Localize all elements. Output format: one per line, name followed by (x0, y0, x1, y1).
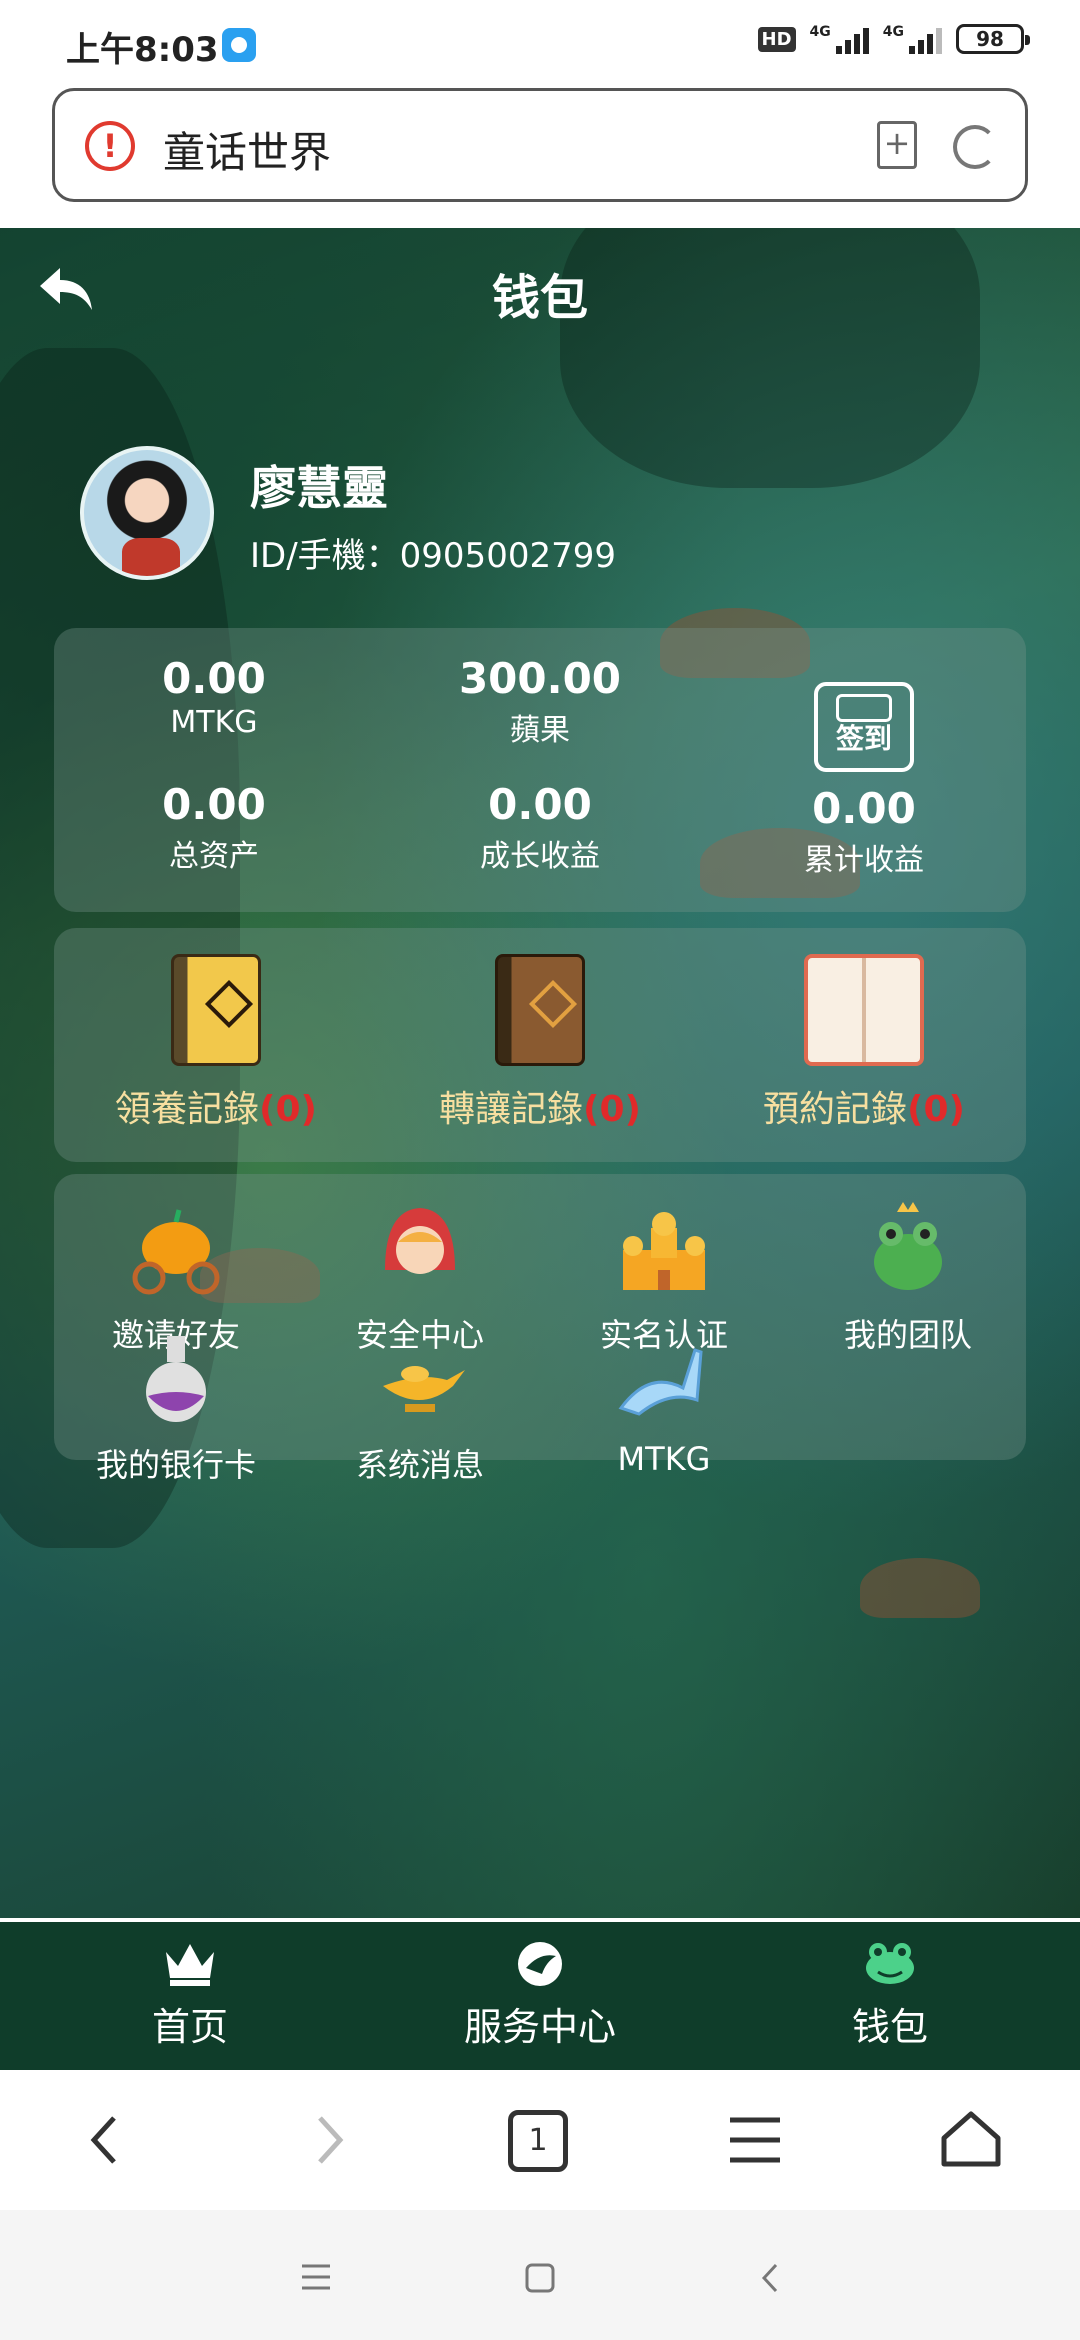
page-title: 钱包 (491, 270, 588, 326)
system-home-icon[interactable] (524, 2262, 556, 2294)
stat-mtkg: 0.00 MTKG (84, 654, 344, 740)
nav-label: 服务中心 (463, 2005, 616, 2049)
record-count: (0) (583, 1089, 641, 1130)
records-panel: 領養記錄(0) 轉讓記錄(0) 預約記錄(0) (54, 928, 1026, 1162)
stat-cumulative-income: 0.00 累计收益 (734, 784, 994, 879)
menu-label: 系统消息 (355, 1446, 484, 1484)
system-back-icon[interactable] (758, 2262, 782, 2294)
user-id: ID/手機：0905002799 (250, 536, 616, 576)
magic-lamp-icon (365, 1330, 475, 1430)
menu-system-messages[interactable]: 系统消息 (298, 1330, 542, 1486)
stat-value: 0.00 (812, 784, 916, 833)
checkin-label: 签到 (835, 722, 892, 755)
stat-label: 成长收益 (480, 839, 600, 874)
page-header: 钱包 (0, 228, 1080, 348)
frog-icon (862, 1938, 918, 1988)
menu-label: 我的银行卡 (95, 1446, 256, 1484)
status-bar: 上午8:03 HD 4G 4G 98 (0, 0, 1080, 88)
status-time: 上午8:03 (66, 30, 219, 70)
nav-label: 首页 (151, 2005, 228, 2049)
record-count: (0) (259, 1089, 317, 1130)
stat-label: MTKG (170, 705, 258, 740)
record-label: 預約記錄 (763, 1089, 908, 1130)
reservation-records[interactable]: 預約記錄(0) (702, 928, 1026, 1132)
record-label: 轉讓記錄 (439, 1089, 584, 1130)
nav-wallet[interactable]: 钱包 (710, 1938, 1070, 2051)
stat-label: 蘋果 (510, 713, 570, 748)
yellow-book-icon (171, 954, 261, 1066)
page-address-title[interactable]: 童话世界 (163, 119, 331, 180)
tabs-count-icon[interactable]: 1 (508, 2110, 568, 2172)
hd-icon: HD (757, 26, 796, 52)
bottom-navigation: 首页 服务中心 钱包 (0, 1922, 1080, 2070)
recents-icon[interactable] (298, 2262, 334, 2292)
add-bookmark-icon[interactable]: + (877, 121, 917, 169)
open-book-icon (804, 954, 924, 1066)
stat-growth-income: 0.00 成长收益 (410, 780, 670, 875)
warning-icon[interactable]: ! (85, 121, 135, 171)
app-notification-icon (222, 28, 256, 62)
signal-icon-2: 4G (883, 24, 942, 54)
refresh-icon[interactable] (953, 125, 997, 169)
browser-forward-icon[interactable] (292, 2110, 362, 2170)
menu-my-team[interactable]: 我的团队 (786, 1200, 1030, 1356)
potion-flask-icon (121, 1330, 231, 1430)
brown-book-icon (495, 954, 585, 1066)
signal-icon: 4G (810, 24, 869, 54)
stat-label: 总资产 (169, 839, 259, 874)
background-mushroom (860, 1558, 980, 1618)
wallet-page: 钱包 廖慧靈 ID/手機：0905002799 0.00 MTKG 300.00… (0, 228, 1080, 1918)
menu-panel: 邀请好友 安全中心 实名认证 我的团队 我的银行卡 系统消息 MTKG (54, 1174, 1026, 1484)
menu-icon[interactable] (720, 2110, 790, 2170)
record-count: (0) (907, 1089, 965, 1130)
stat-value: 0.00 (162, 654, 266, 703)
transfer-records[interactable]: 轉讓記錄(0) (378, 928, 702, 1132)
glass-slipper-icon (609, 1330, 719, 1430)
bird-icon (512, 1938, 568, 1988)
checkin-icon (836, 694, 892, 722)
stat-total-assets: 0.00 总资产 (84, 780, 344, 875)
nav-label: 钱包 (851, 2005, 928, 2049)
nav-home[interactable]: 首页 (10, 1938, 370, 2051)
menu-label: MTKG (617, 1440, 711, 1478)
adoption-records[interactable]: 領養記錄(0) (54, 928, 378, 1132)
browser-back-icon[interactable] (72, 2110, 142, 2170)
browser-toolbar: 1 (0, 2070, 1080, 2210)
castle-icon (609, 1200, 719, 1300)
menu-label: 我的团队 (843, 1316, 972, 1354)
battery-icon: 98 (956, 24, 1030, 54)
pumpkin-carriage-icon (121, 1200, 231, 1300)
crown-icon (162, 1938, 218, 1988)
address-bar[interactable]: ! 童话世界 + (52, 88, 1028, 202)
menu-my-bank-card[interactable]: 我的银行卡 (54, 1330, 298, 1486)
stat-value: 0.00 (162, 780, 266, 829)
system-navigation (0, 2210, 1080, 2340)
home-icon[interactable] (936, 2110, 1006, 2170)
stat-value: 0.00 (488, 780, 592, 829)
user-name: 廖慧靈 (250, 461, 388, 515)
menu-mtkg[interactable]: MTKG (542, 1330, 786, 1478)
stat-value: 300.00 (458, 654, 622, 703)
nav-service-center[interactable]: 服务中心 (360, 1938, 720, 2051)
profile-section: 廖慧靈 ID/手機：0905002799 (80, 446, 1000, 586)
little-red-riding-hood-icon (365, 1200, 475, 1300)
checkin-button[interactable]: 签到 (814, 682, 914, 772)
balance-panel: 0.00 MTKG 300.00 蘋果 签到 0.00 总资产 0.00 成长收… (54, 628, 1026, 912)
stat-apples: 300.00 蘋果 (410, 654, 670, 749)
frog-prince-icon (853, 1200, 963, 1300)
avatar[interactable] (80, 446, 214, 580)
status-indicators: HD 4G 4G 98 (757, 24, 1030, 54)
record-label: 領養記錄 (115, 1089, 260, 1130)
stat-label: 累计收益 (804, 843, 924, 878)
